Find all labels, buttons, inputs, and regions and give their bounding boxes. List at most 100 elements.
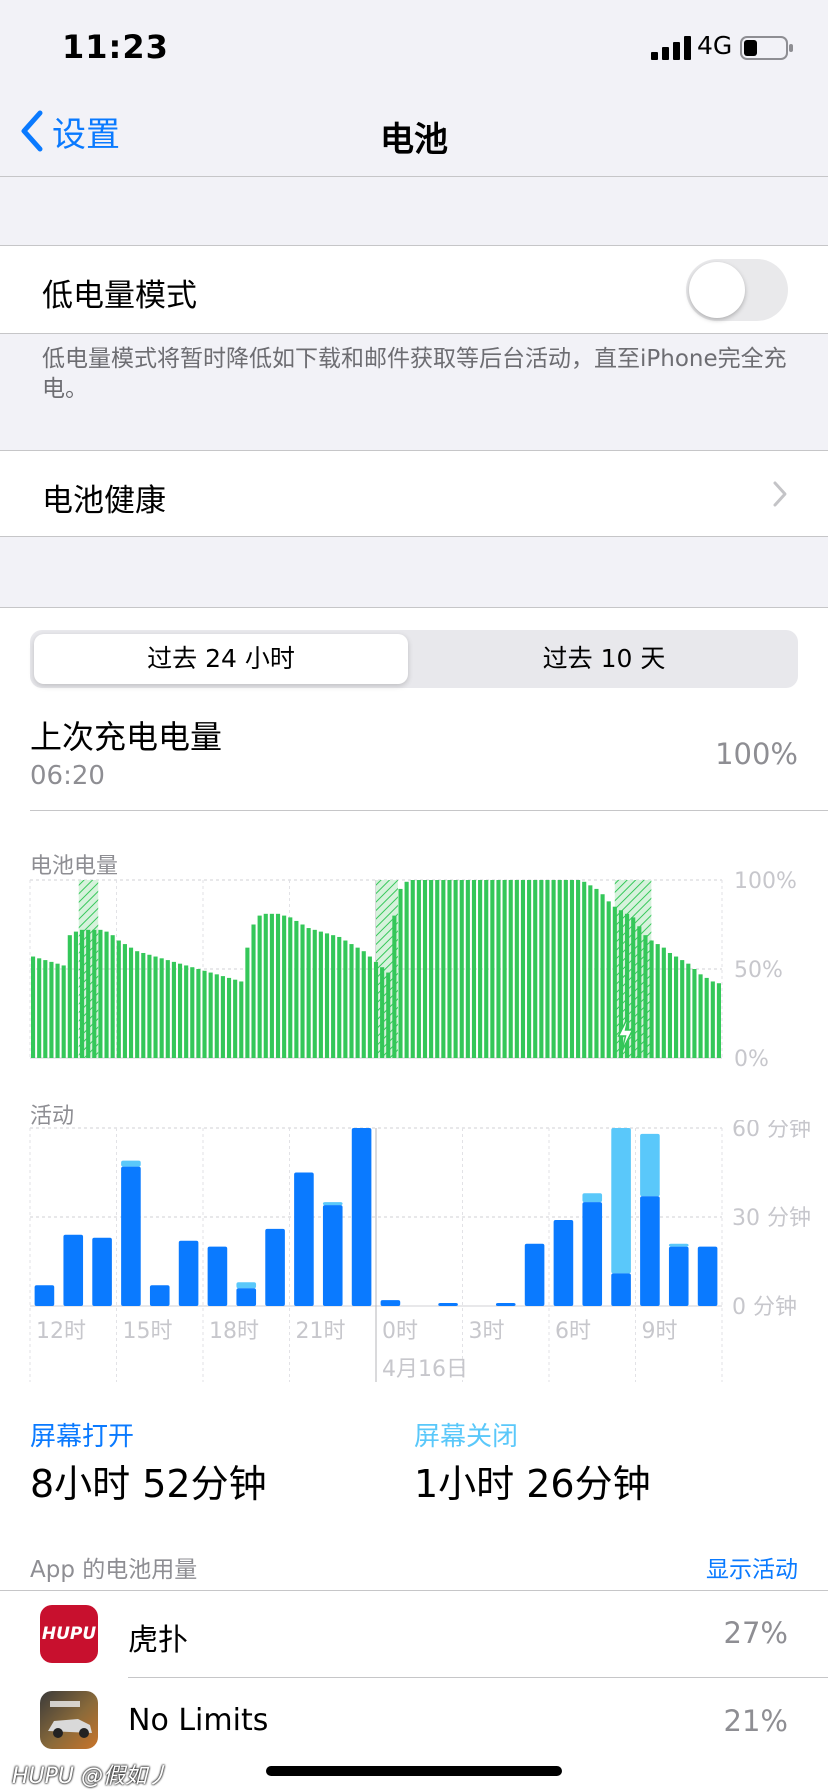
battery-bar [337, 936, 342, 1058]
battery-bar [43, 960, 48, 1058]
battery-bar [588, 885, 593, 1058]
battery-bar [667, 952, 673, 1058]
battery-bar [527, 880, 532, 1058]
battery-bar [98, 929, 103, 1058]
battery-bar [306, 928, 311, 1058]
battery-bar [563, 880, 568, 1058]
battery-bar [367, 956, 372, 1058]
screen-on-bar [495, 1303, 516, 1306]
battery-bar [686, 963, 691, 1058]
battery-bar [343, 940, 348, 1058]
battery-bar [361, 951, 366, 1058]
screen-on-bar [149, 1285, 170, 1306]
battery-bar [637, 926, 642, 1058]
battery-bar [410, 880, 415, 1058]
battery-bar [324, 933, 330, 1058]
y-tick-label: 30 分钟 [732, 1206, 811, 1231]
screen-on-bar [207, 1246, 228, 1306]
x-tick-label: 9时 [642, 1319, 678, 1344]
x-tick-label: 12时 [36, 1319, 86, 1344]
battery-bar [300, 924, 305, 1058]
divider [30, 810, 828, 811]
app-row-no-limits[interactable]: No Limits 21% [0, 1678, 828, 1766]
battery-bar [692, 969, 697, 1058]
battery-bar [373, 961, 379, 1058]
time-range-segmented-control[interactable]: 过去 24 小时 过去 10 天 [30, 630, 798, 688]
battery-icon [740, 36, 793, 60]
battery-bar [600, 894, 605, 1058]
battery-bar [184, 965, 189, 1058]
screen-on-bar [322, 1205, 343, 1306]
screen-on-bar [697, 1246, 718, 1306]
last-charge-time: 06:20 [30, 761, 105, 791]
screen-on-bar [63, 1234, 84, 1306]
battery-bar [245, 947, 250, 1058]
battery-bar [453, 880, 458, 1058]
battery-bar [92, 929, 97, 1058]
battery-bar [116, 940, 121, 1058]
battery-bar [226, 977, 232, 1058]
battery-bar [331, 935, 336, 1058]
home-indicator[interactable] [266, 1766, 562, 1776]
battery-health-row[interactable]: 电池健康 [0, 451, 828, 536]
battery-bar [435, 880, 440, 1058]
segment-24h[interactable]: 过去 24 小时 [34, 634, 408, 684]
low-power-toggle[interactable] [686, 259, 788, 321]
battery-bar [465, 880, 470, 1058]
cellular-signal-icon [651, 36, 691, 60]
battery-bar [257, 915, 262, 1058]
battery-bar [539, 880, 544, 1058]
battery-bar [386, 972, 391, 1058]
toggle-knob [689, 262, 745, 318]
screen-off-bar [322, 1202, 343, 1206]
screen-off-bar [611, 1128, 631, 1274]
x-tick-label: 0时 [382, 1319, 418, 1344]
battery-bar [312, 929, 317, 1058]
battery-bar [355, 947, 360, 1058]
battery-bar [674, 956, 679, 1058]
y-tick-label: 100% [734, 870, 797, 894]
screen-off-bar [236, 1282, 257, 1289]
date-label: 4月16日 [382, 1357, 468, 1382]
battery-bar [31, 956, 36, 1058]
app-percent: 27% [723, 1616, 788, 1650]
screen-on-bar [294, 1172, 314, 1306]
low-power-description: 低电量模式将暂时降低如下载和邮件获取等后台活动，直至iPhone完全充电。 [42, 346, 787, 402]
screen-on-label: 屏幕打开 [30, 1422, 135, 1452]
last-charge-value: 100% [715, 737, 798, 771]
battery-bar [282, 915, 287, 1058]
battery-bar [569, 880, 575, 1058]
status-time: 11:23 [62, 28, 169, 66]
battery-bar [392, 915, 397, 1058]
battery-bar [73, 931, 78, 1058]
battery-bar [159, 958, 164, 1058]
battery-bar [55, 963, 60, 1058]
screen-on-bar [121, 1166, 141, 1306]
battery-bar [165, 960, 170, 1058]
battery-bar [128, 947, 134, 1058]
need-for-speed-app-icon [40, 1691, 98, 1749]
y-tick-label: 60 分钟 [732, 1120, 811, 1142]
battery-bar [594, 888, 599, 1058]
battery-bar [698, 974, 703, 1058]
y-tick-label: 0 分钟 [732, 1295, 797, 1320]
battery-bar [680, 960, 685, 1058]
screen-off-bar [640, 1133, 660, 1197]
battery-bar [49, 961, 54, 1058]
battery-bar [557, 880, 562, 1058]
screen-off-bar [668, 1243, 689, 1247]
app-row-hupu[interactable]: HUPU 虎扑 27% [0, 1591, 828, 1677]
divider [0, 536, 828, 537]
show-activity-button[interactable]: 显示活动 [706, 1550, 798, 1584]
battery-bar [471, 880, 477, 1058]
battery-bar [716, 983, 721, 1058]
battery-bar [551, 880, 556, 1058]
screen-on-bar [178, 1240, 199, 1306]
segment-10d[interactable]: 过去 10 天 [414, 634, 794, 684]
screen-on-value: 8小时 52分钟 [30, 1462, 267, 1506]
divider [0, 333, 828, 334]
battery-bar [104, 931, 109, 1058]
watermark: HUPU @假如丿 [12, 1764, 170, 1789]
battery-bar [496, 880, 501, 1058]
battery-bar [710, 981, 715, 1058]
